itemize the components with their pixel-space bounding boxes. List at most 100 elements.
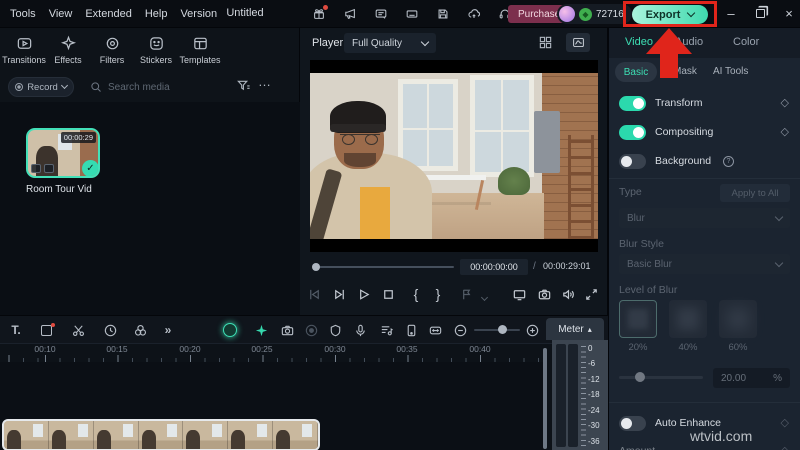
media-item-thumbnail[interactable]: 00:00:29 ✓ — [26, 128, 100, 178]
color-wheel-icon[interactable] — [132, 322, 148, 338]
ruler-label: 00:20 — [179, 344, 201, 354]
device-preview-icon[interactable] — [403, 322, 419, 338]
blur-level-value-box[interactable]: 20.00 % — [713, 368, 790, 388]
more-options-icon[interactable]: … — [258, 74, 272, 89]
keyframe-diamond-icon[interactable]: ◇ — [781, 125, 789, 138]
record-screen-icon[interactable] — [303, 322, 319, 338]
timeline-zoom-slider[interactable] — [474, 329, 520, 331]
gift-icon[interactable] — [311, 4, 328, 22]
mark-in-icon[interactable]: { — [411, 286, 421, 302]
avatar[interactable] — [559, 6, 575, 22]
close-button[interactable]: × — [778, 0, 800, 26]
video-clip[interactable] — [2, 419, 320, 450]
subtab-ai-tools[interactable]: AI Tools — [713, 66, 748, 77]
timeline-zoom-handle[interactable] — [498, 325, 507, 334]
seek-slider[interactable] — [314, 266, 454, 268]
tab-audio[interactable]: Audio — [675, 36, 703, 48]
tab-video[interactable]: Video — [625, 36, 653, 48]
menu-help[interactable]: Help — [145, 8, 168, 20]
subtab-mask[interactable]: Mask — [673, 66, 697, 77]
export-button[interactable]: Export — [632, 5, 708, 24]
keyframe-diamond-icon[interactable]: ◇ — [781, 444, 789, 450]
ai-copilot-icon[interactable] — [222, 322, 238, 338]
mark-out-icon[interactable]: } — [433, 286, 443, 302]
apply-to-all-button[interactable]: Apply to All — [720, 184, 790, 202]
restore-button[interactable] — [749, 0, 771, 26]
cloud-upload-icon[interactable] — [466, 7, 481, 22]
volume-icon[interactable] — [560, 286, 576, 302]
keyframe-diamond-icon[interactable]: ◇ — [781, 96, 789, 109]
transform-toggle[interactable] — [619, 96, 646, 111]
auto-enhance-toggle[interactable] — [619, 416, 646, 431]
type-dropdown[interactable]: Blur — [619, 208, 790, 228]
ai-sparkle-icon[interactable] — [253, 322, 269, 338]
fullscreen-icon[interactable] — [583, 286, 599, 302]
tab-templates[interactable]: Templates — [178, 28, 222, 72]
scopes-icon[interactable] — [566, 33, 590, 52]
compositing-row: Compositing ◇ — [609, 121, 800, 145]
timeline-ruler[interactable]: 00:10 00:15 00:20 00:25 00:30 00:35 00:4… — [0, 344, 544, 362]
minimize-button[interactable]: – — [720, 0, 742, 26]
snapshot-icon[interactable] — [279, 322, 295, 338]
tab-effects[interactable]: Effects — [46, 28, 90, 72]
tab-transitions[interactable]: Transitions — [2, 28, 46, 72]
audio-list-icon[interactable] — [378, 322, 394, 338]
coin-icon: ◆ — [579, 7, 592, 21]
compositing-toggle[interactable] — [619, 125, 646, 140]
blur-level-slider[interactable] — [619, 376, 703, 379]
zoom-in-icon[interactable] — [524, 322, 540, 338]
more-tools-icon[interactable]: » — [160, 322, 176, 338]
blur-style-dropdown[interactable]: Basic Blur — [619, 254, 790, 274]
account-coins[interactable]: ◆ 72716 — [557, 4, 632, 24]
filter-icon[interactable] — [236, 78, 251, 93]
keyboard-icon[interactable] — [404, 7, 419, 22]
snapshot-camera-icon[interactable] — [536, 286, 552, 302]
save-icon[interactable] — [435, 7, 450, 22]
voiceover-mic-icon[interactable] — [352, 322, 368, 338]
menu-version[interactable]: Version — [180, 8, 217, 20]
menu-tools[interactable]: Tools — [10, 8, 36, 20]
seek-handle[interactable] — [312, 263, 320, 271]
play-icon[interactable] — [355, 286, 371, 302]
search-input[interactable] — [108, 81, 218, 93]
blur-preset-60[interactable] — [719, 300, 757, 338]
meter-button[interactable]: Meter ▴ — [546, 318, 604, 340]
marker-icon[interactable] — [458, 286, 474, 302]
video-preview[interactable] — [310, 60, 598, 252]
blur-level-handle[interactable] — [635, 372, 645, 382]
next-frame-icon[interactable] — [331, 286, 347, 302]
fit-timeline-icon[interactable] — [427, 322, 443, 338]
text-tool-icon[interactable]: T. — [8, 322, 24, 338]
chevron-down-icon[interactable] — [476, 291, 492, 307]
menu-extended[interactable]: Extended — [85, 8, 131, 20]
feedback-icon[interactable] — [373, 7, 388, 22]
megaphone-icon[interactable] — [342, 7, 357, 22]
tab-filters[interactable]: Filters — [90, 28, 134, 72]
info-icon[interactable]: ? — [723, 156, 734, 167]
stop-icon[interactable] — [380, 286, 396, 302]
crop-frame-icon[interactable] — [38, 322, 55, 338]
zoom-out-icon[interactable] — [452, 322, 468, 338]
keyframe-diamond-icon[interactable]: ◇ — [781, 416, 789, 429]
current-timecode[interactable]: 00:00:00:00 — [460, 259, 528, 275]
timeline-tracks[interactable] — [0, 362, 544, 450]
menu-view[interactable]: View — [49, 8, 73, 20]
display-device-icon[interactable] — [511, 286, 527, 302]
tab-stickers[interactable]: Stickers — [134, 28, 178, 72]
subtab-basic[interactable]: Basic — [615, 62, 657, 82]
plant — [498, 167, 530, 195]
speed-icon[interactable] — [102, 322, 118, 338]
record-button[interactable]: Record — [8, 77, 74, 97]
split-icon[interactable] — [70, 322, 86, 338]
background-toggle[interactable] — [619, 154, 646, 169]
ruler-label: 00:10 — [34, 344, 56, 354]
background-label: Background — [655, 155, 712, 167]
quality-dropdown[interactable]: Full Quality — [344, 33, 436, 53]
previous-frame-icon[interactable] — [306, 286, 322, 302]
blur-preset-40[interactable] — [669, 300, 707, 338]
blur-preset-20[interactable] — [619, 300, 657, 338]
tab-color[interactable]: Color — [733, 36, 759, 48]
project-title: Untitled — [226, 7, 264, 19]
layout-grid-icon[interactable] — [538, 35, 553, 50]
marker-shield-icon[interactable] — [327, 322, 343, 338]
